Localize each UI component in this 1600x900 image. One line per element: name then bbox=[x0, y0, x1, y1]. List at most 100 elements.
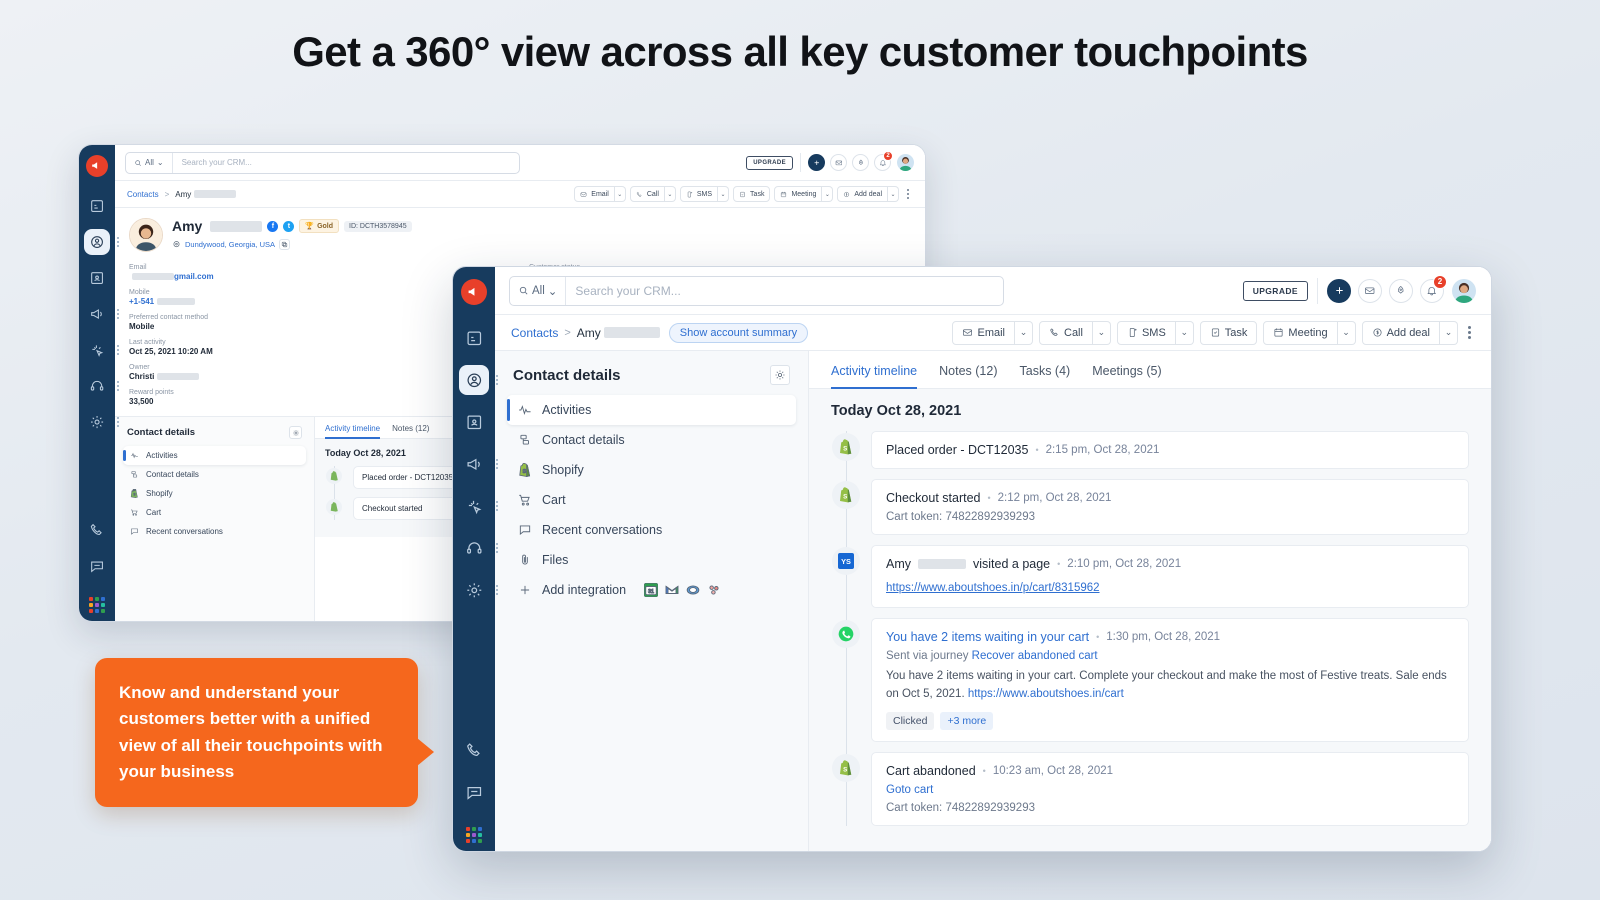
mail-button[interactable] bbox=[830, 154, 847, 171]
megaphone-logo-icon[interactable] bbox=[461, 279, 487, 305]
sidebar-item-segments[interactable] bbox=[84, 265, 110, 291]
call-button[interactable]: Call bbox=[629, 186, 665, 202]
sms-button[interactable]: SMS bbox=[679, 186, 719, 202]
panel-item-activities[interactable]: Activities bbox=[507, 395, 796, 425]
sidebar-item-campaigns[interactable] bbox=[459, 449, 498, 479]
gmail-icon[interactable] bbox=[665, 583, 679, 597]
panel-item-contact-details[interactable]: Contact details bbox=[123, 465, 306, 484]
add-button[interactable] bbox=[808, 154, 825, 171]
status-badge-clicked[interactable]: Clicked bbox=[886, 711, 935, 730]
rocket-button[interactable] bbox=[852, 154, 869, 171]
sidebar-item-phone[interactable] bbox=[459, 735, 489, 765]
tab-notes[interactable]: Notes (12) bbox=[392, 424, 429, 438]
more-options-button[interactable] bbox=[903, 189, 913, 199]
search-box[interactable]: All ⌄ bbox=[509, 275, 1004, 306]
gear-icon[interactable] bbox=[289, 426, 302, 439]
panel-item-files[interactable]: Files bbox=[507, 545, 796, 575]
slack-icon[interactable] bbox=[707, 583, 721, 597]
upgrade-button[interactable]: UPGRADE bbox=[1242, 280, 1308, 301]
sidebar-item-dashboard[interactable] bbox=[84, 193, 110, 219]
more-options-button[interactable] bbox=[1464, 326, 1475, 339]
sidebar-item-contacts[interactable] bbox=[84, 229, 119, 255]
contact-location[interactable]: Dundywood, Georgia, USA bbox=[185, 240, 275, 249]
email-button[interactable]: Email bbox=[574, 186, 615, 202]
panel-item-shopify[interactable]: S Shopify bbox=[507, 455, 796, 485]
task-button[interactable]: Task bbox=[1199, 320, 1258, 345]
sidebar-item-dashboard[interactable] bbox=[459, 323, 489, 353]
task-button[interactable]: Task bbox=[733, 186, 771, 202]
facebook-icon[interactable]: f bbox=[267, 220, 279, 232]
upgrade-button[interactable]: UPGRADE bbox=[746, 155, 793, 170]
panel-item-cart[interactable]: Cart bbox=[123, 503, 306, 522]
add-deal-button[interactable]: Add deal bbox=[1361, 320, 1440, 345]
sidebar-item-settings[interactable] bbox=[459, 575, 498, 605]
journey-link[interactable]: Recover abandoned cart bbox=[972, 650, 1098, 662]
add-deal-button[interactable]: Add deal bbox=[837, 186, 888, 202]
add-deal-caret[interactable]: ⌄ bbox=[1440, 320, 1458, 345]
breadcrumb-contacts[interactable]: Contacts bbox=[127, 190, 159, 199]
sidebar-item-settings[interactable] bbox=[84, 409, 119, 435]
calendar-integration-icon[interactable]: 31 bbox=[644, 583, 659, 597]
sidebar-item-chat[interactable] bbox=[84, 553, 110, 579]
sidebar-item-campaigns[interactable] bbox=[84, 301, 119, 327]
notifications-button[interactable]: 2 bbox=[1420, 274, 1447, 303]
search-scope-selector[interactable]: All ⌄ bbox=[126, 152, 173, 173]
add-button[interactable] bbox=[1327, 278, 1351, 303]
sidebar-item-journeys[interactable] bbox=[459, 491, 498, 521]
meeting-caret[interactable]: ⌄ bbox=[822, 186, 834, 202]
more-chip[interactable]: +3 more bbox=[940, 711, 994, 730]
panel-item-activities[interactable]: Activities bbox=[123, 446, 306, 465]
search-input[interactable] bbox=[172, 152, 519, 173]
app-grid-icon[interactable] bbox=[466, 827, 482, 843]
goto-cart-link[interactable]: Goto cart bbox=[886, 784, 1454, 796]
call-button[interactable]: Call bbox=[1039, 320, 1093, 345]
call-caret[interactable]: ⌄ bbox=[1092, 320, 1111, 345]
email-caret[interactable]: ⌄ bbox=[1015, 320, 1033, 345]
search-input[interactable] bbox=[566, 276, 1003, 305]
add-deal-caret[interactable]: ⌄ bbox=[888, 186, 899, 202]
search-box[interactable]: All ⌄ bbox=[125, 151, 520, 174]
mail-button[interactable] bbox=[1358, 278, 1382, 303]
panel-item-cart[interactable]: Cart bbox=[507, 485, 796, 515]
search-scope-selector[interactable]: All ⌄ bbox=[510, 276, 567, 305]
avatar[interactable] bbox=[1451, 277, 1477, 304]
sms-button[interactable]: SMS bbox=[1116, 320, 1176, 345]
tab-activity-timeline[interactable]: Activity timeline bbox=[831, 364, 918, 389]
outlook-icon[interactable] bbox=[686, 583, 700, 597]
sidebar-item-chat[interactable] bbox=[459, 777, 489, 807]
panel-item-recent-conversations[interactable]: Recent conversations bbox=[507, 515, 796, 545]
rocket-button[interactable] bbox=[1389, 278, 1413, 303]
avatar[interactable] bbox=[896, 153, 915, 172]
event-title[interactable]: You have 2 items waiting in your cart bbox=[886, 630, 1089, 644]
sidebar-item-phone[interactable] bbox=[84, 517, 110, 543]
panel-item-contact-details[interactable]: Contact details bbox=[507, 425, 796, 455]
email-caret[interactable]: ⌄ bbox=[614, 186, 626, 202]
meeting-button[interactable]: Meeting bbox=[1263, 320, 1338, 345]
tab-notes[interactable]: Notes (12) bbox=[939, 364, 997, 388]
sidebar-item-journeys[interactable] bbox=[84, 337, 119, 363]
panel-item-recent-conversations[interactable]: Recent conversations bbox=[123, 522, 306, 541]
sidebar-item-segments[interactable] bbox=[459, 407, 489, 437]
tab-activity-timeline[interactable]: Activity timeline bbox=[325, 424, 381, 439]
call-caret[interactable]: ⌄ bbox=[664, 186, 676, 202]
show-account-summary-button[interactable]: Show account summary bbox=[668, 322, 809, 343]
megaphone-logo-icon[interactable] bbox=[86, 155, 108, 177]
breadcrumb-contacts[interactable]: Contacts bbox=[511, 326, 558, 340]
notifications-button[interactable]: 2 bbox=[874, 151, 893, 171]
meeting-button[interactable]: Meeting bbox=[774, 186, 823, 202]
gear-icon[interactable] bbox=[770, 365, 790, 385]
app-grid-icon[interactable] bbox=[89, 597, 105, 613]
tab-tasks[interactable]: Tasks (4) bbox=[1020, 364, 1071, 388]
sidebar-item-support[interactable] bbox=[459, 533, 498, 563]
sms-caret[interactable]: ⌄ bbox=[1175, 320, 1194, 345]
sms-caret[interactable]: ⌄ bbox=[718, 186, 730, 202]
tab-meetings[interactable]: Meetings (5) bbox=[1092, 364, 1161, 388]
twitter-icon[interactable]: t bbox=[283, 220, 295, 232]
panel-item-add-integration[interactable]: Add integration 31 bbox=[507, 575, 796, 605]
sidebar-item-support[interactable] bbox=[84, 373, 119, 399]
email-button[interactable]: Email bbox=[952, 320, 1015, 345]
event-body-link[interactable]: https://www.aboutshoes.in/cart bbox=[968, 688, 1124, 700]
meeting-caret[interactable]: ⌄ bbox=[1337, 320, 1356, 345]
sidebar-item-contacts[interactable] bbox=[459, 365, 498, 395]
panel-item-shopify[interactable]: S Shopify bbox=[123, 484, 306, 503]
